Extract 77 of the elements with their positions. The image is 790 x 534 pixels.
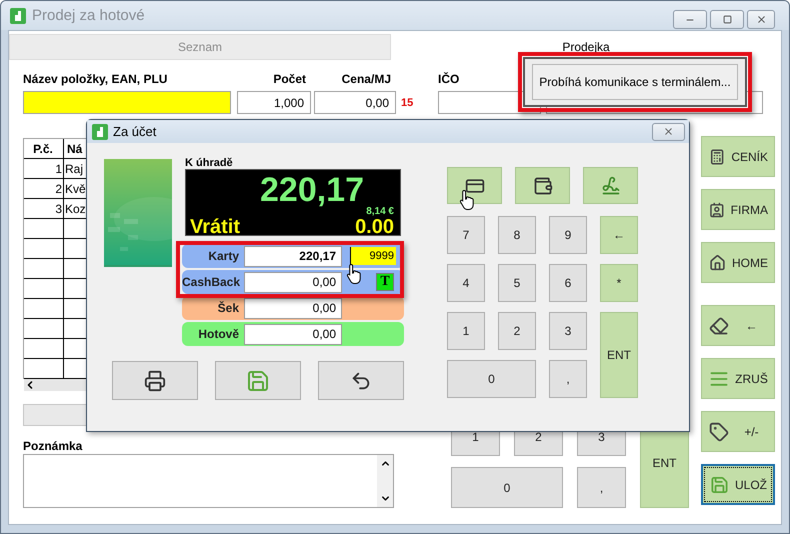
amount-field[interactable]: 0,00 xyxy=(244,272,342,292)
change-amount: 0.00 xyxy=(355,218,394,236)
keypad-key[interactable]: 8 xyxy=(498,216,536,254)
keypad-key[interactable]: 4 xyxy=(447,264,485,302)
close-icon xyxy=(663,126,674,137)
maximize-button[interactable] xyxy=(710,10,744,29)
field-label: IČO xyxy=(438,72,460,88)
terminal-badge: T xyxy=(376,273,394,291)
maximize-icon xyxy=(722,15,732,24)
wallet-icon xyxy=(532,176,552,196)
calculator-icon xyxy=(709,146,726,166)
payment-label: Šek xyxy=(216,301,240,315)
table-cell: 3 xyxy=(24,199,64,218)
app-logo-icon xyxy=(92,124,108,140)
table-cell: 1 xyxy=(24,159,64,178)
keypad-key[interactable]: 0 xyxy=(447,360,536,398)
minimize-button[interactable] xyxy=(673,10,707,29)
amount-euro: 8,14 € xyxy=(366,206,394,218)
field-label: Poznámka xyxy=(23,439,84,453)
payment-label: CashBack xyxy=(182,275,242,289)
table-cell: 2 xyxy=(24,179,64,198)
save-button[interactable] xyxy=(215,361,301,400)
keypad-key[interactable]: ENT xyxy=(600,312,638,398)
dialog-title: Za účet xyxy=(113,124,156,139)
price-field[interactable]: 0,00 xyxy=(314,91,396,114)
side-button[interactable]: FIRMA xyxy=(701,189,775,230)
side-button[interactable]: ULOŽ xyxy=(701,464,775,505)
home-icon xyxy=(709,252,726,272)
amount-due-label: K úhradě xyxy=(185,157,234,169)
field-label: Počet xyxy=(273,72,307,88)
amount-field[interactable]: 0,00 xyxy=(244,298,342,318)
keypad-key[interactable]: 9 xyxy=(549,216,587,254)
undo-icon xyxy=(350,370,372,392)
keypad-key[interactable]: , xyxy=(549,360,587,398)
payment-method-button[interactable] xyxy=(447,167,502,204)
side-button[interactable]: HOME xyxy=(701,242,775,283)
item-search-field[interactable] xyxy=(23,91,231,114)
side-button[interactable]: CENÍK xyxy=(701,136,775,177)
change-label: Vrátit xyxy=(190,218,242,236)
status-message: Probíhá komunikace s terminálem... xyxy=(532,64,738,100)
eraser-icon xyxy=(709,316,729,336)
side-button[interactable]: +/- xyxy=(701,411,775,452)
keypad-key[interactable]: , xyxy=(577,467,626,508)
side-button[interactable]: ZRUŠ xyxy=(701,358,775,399)
close-icon xyxy=(756,14,766,25)
undo-button[interactable] xyxy=(318,361,404,400)
field-label: Název položky, EAN, PLU xyxy=(23,72,168,88)
column-header: P.č. xyxy=(24,139,64,158)
close-button[interactable] xyxy=(652,122,685,140)
close-button[interactable] xyxy=(747,10,775,29)
count-field[interactable]: 1,000 xyxy=(237,91,311,114)
app-logo-icon xyxy=(10,8,26,24)
keypad-key[interactable]: ← xyxy=(600,216,638,254)
tag-icon xyxy=(709,422,729,442)
amount-field[interactable]: 0,00 xyxy=(244,324,342,344)
window-title: Prodej za hotové xyxy=(32,7,145,24)
keypad-key[interactable]: 2 xyxy=(498,312,536,350)
keypad-key[interactable]: * xyxy=(600,264,638,302)
signature-icon xyxy=(600,176,620,196)
payment-label: Hotově xyxy=(197,327,240,341)
keypad-key[interactable]: 3 xyxy=(549,312,587,350)
payment-label: Karty xyxy=(207,249,240,263)
field-label: Cena/MJ xyxy=(342,72,392,88)
vat-rate: 15 xyxy=(400,97,414,109)
side-button[interactable]: ← xyxy=(701,305,775,346)
amount-field[interactable]: 220,17 xyxy=(244,246,342,266)
keypad-key[interactable]: 7 xyxy=(447,216,485,254)
keypad-key[interactable]: 0 xyxy=(451,467,563,508)
payment-method-button[interactable] xyxy=(515,167,570,204)
note-field[interactable] xyxy=(23,454,394,508)
keypad-key[interactable]: 6 xyxy=(549,264,587,302)
terminal-field[interactable]: 9999 xyxy=(350,247,396,265)
save-icon xyxy=(246,368,270,392)
printer-icon xyxy=(144,370,166,392)
keypad-key[interactable]: 5 xyxy=(498,264,536,302)
print-button[interactable] xyxy=(112,361,198,400)
keypad-key[interactable]: 1 xyxy=(447,312,485,350)
